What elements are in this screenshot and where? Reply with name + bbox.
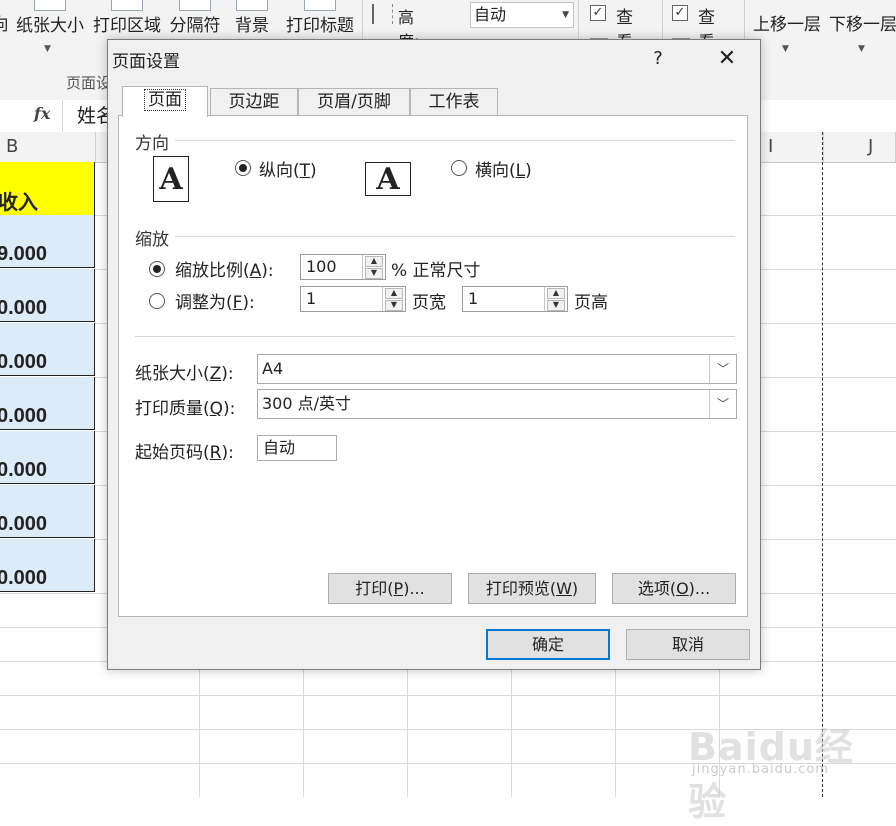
send-backward-button-label: 下移一层 [829, 15, 896, 35]
help-button[interactable]: ? [638, 44, 678, 74]
watermark-url: jingyan.baidu.com [692, 762, 829, 777]
fit-to-label[interactable]: 调整为(F): [175, 288, 255, 313]
check-icon: ✓ [672, 5, 688, 21]
paper-size-select[interactable]: A4 ﹀ [257, 354, 737, 384]
dialog-title: 页面设置 [112, 52, 180, 72]
check-icon: ✓ [590, 5, 606, 21]
print-titles-button-label: 打印标题 [286, 16, 354, 36]
print-area-icon [111, 0, 143, 11]
chevron-down-icon[interactable]: ﹀ [709, 390, 736, 418]
spin-up-icon[interactable]: ▲ [365, 256, 383, 267]
chevron-down-icon: ▼ [562, 10, 569, 20]
height-icon [372, 4, 393, 24]
tab-margins[interactable]: 页边距 [210, 88, 298, 115]
scaling-section-title: 缩放 [135, 230, 169, 250]
tab-sheet[interactable]: 工作表 [410, 88, 498, 115]
spin-down-icon[interactable]: ▼ [547, 300, 565, 311]
income-cell[interactable]: 9.000 [0, 215, 95, 268]
pages-tall-spinner[interactable]: 1 ▲ ▼ [462, 286, 568, 312]
income-cell[interactable]: 0.000 [0, 323, 95, 376]
page-tab-panel: 方向 A 纵向(T) A 横向(L) 缩放 缩放比例(A): 100 ▲ ▼ % … [118, 115, 748, 617]
orientation-section-title: 方向 [135, 134, 169, 154]
paper-size-icon [34, 0, 66, 11]
bring-forward-caret-icon: ▼ [782, 44, 789, 54]
spinner-arrows[interactable]: ▲ ▼ [362, 255, 385, 279]
income-header-cell[interactable]: 收入 [0, 162, 95, 215]
pages-tall-label: 页高 [574, 293, 608, 313]
background-button-label: 背景 [235, 16, 269, 36]
breaks-icon [179, 0, 211, 11]
options-button[interactable]: 选项(O)... [612, 573, 736, 604]
print-button[interactable]: 打印(P)... [328, 573, 452, 604]
send-backward-caret-icon: ▼ [858, 44, 865, 54]
portrait-label[interactable]: 纵向(T) [259, 156, 317, 181]
landscape-label[interactable]: 横向(L) [475, 156, 532, 181]
cancel-button[interactable]: 取消 [626, 629, 750, 660]
page-break-line [822, 132, 823, 797]
column-header-j[interactable]: J [824, 132, 896, 162]
print-preview-button[interactable]: 打印预览(W) [468, 573, 596, 604]
income-cell[interactable]: 0.000 [0, 269, 95, 322]
pages-wide-label: 页宽 [412, 293, 446, 313]
portrait-radio[interactable] [235, 160, 251, 176]
section-divider [175, 236, 735, 237]
paper-size-button-label: 纸张大小 [16, 16, 84, 36]
tab-page[interactable]: 页面 [122, 86, 208, 117]
income-cell[interactable]: 0.000 [0, 431, 95, 484]
function-icon[interactable]: fx [34, 104, 50, 123]
pages-wide-spinner[interactable]: 1 ▲ ▼ [300, 286, 406, 312]
tab-strip: 页面 页边距 页眉/页脚 工作表 [118, 86, 758, 117]
scale-percent-spinner[interactable]: 100 ▲ ▼ [300, 254, 386, 280]
bring-forward-button-label: 上移一层 [753, 15, 821, 35]
portrait-page-icon: A [153, 156, 189, 202]
spinner-arrows[interactable]: ▲ ▼ [544, 287, 567, 311]
adjust-to-label[interactable]: 缩放比例(A): [175, 256, 274, 281]
landscape-page-icon: A [365, 162, 411, 197]
spin-down-icon[interactable]: ▼ [385, 300, 403, 311]
income-cell[interactable]: 0.000 [0, 377, 95, 430]
breaks-button-label: 分隔符 [169, 16, 221, 36]
close-button[interactable]: ✕ [704, 44, 750, 74]
section-divider [175, 140, 735, 141]
print-area-button-label: 打印区域 [93, 16, 161, 36]
spin-down-icon[interactable]: ▼ [365, 268, 383, 279]
print-titles-icon [304, 0, 336, 11]
paper-size-caret-icon: ▼ [44, 44, 51, 54]
adjust-to-radio[interactable] [149, 261, 165, 277]
print-quality-select[interactable]: 300 点/英寸 ﹀ [257, 389, 737, 419]
chevron-down-icon[interactable]: ﹀ [709, 355, 736, 383]
income-cell[interactable]: 0.000 [0, 485, 95, 538]
ok-button[interactable]: 确定 [486, 629, 610, 660]
background-icon [236, 0, 268, 11]
first-page-number-label: 起始页码(R): [135, 443, 234, 463]
page-setup-dialog: 页面设置 ? ✕ 页面 页边距 页眉/页脚 工作表 方向 A 纵向(T) A 横… [107, 39, 761, 670]
spin-up-icon[interactable]: ▲ [385, 288, 403, 299]
section-divider [135, 336, 735, 337]
grid-line [0, 695, 896, 696]
height-select[interactable]: 自动 ▼ [470, 2, 574, 28]
print-quality-label: 打印质量(Q): [135, 399, 236, 419]
height-select-value: 自动 [474, 5, 507, 24]
normal-size-label: % 正常尺寸 [391, 261, 481, 281]
column-header-b[interactable]: B [0, 132, 96, 162]
spin-up-icon[interactable]: ▲ [547, 288, 565, 299]
income-cell[interactable]: 0.000 [0, 539, 95, 592]
page-setup-group-label: 页面设 [66, 74, 112, 92]
fit-to-radio[interactable] [149, 293, 165, 309]
spinner-arrows[interactable]: ▲ ▼ [382, 287, 405, 311]
tab-header-footer[interactable]: 页眉/页脚 [298, 88, 410, 115]
watermark: Baidu经验 jingyan.baidu.com [688, 700, 888, 824]
first-page-number-input[interactable]: 自动 [257, 435, 337, 461]
paper-size-label: 纸张大小(Z): [135, 364, 234, 384]
landscape-radio[interactable] [451, 160, 467, 176]
